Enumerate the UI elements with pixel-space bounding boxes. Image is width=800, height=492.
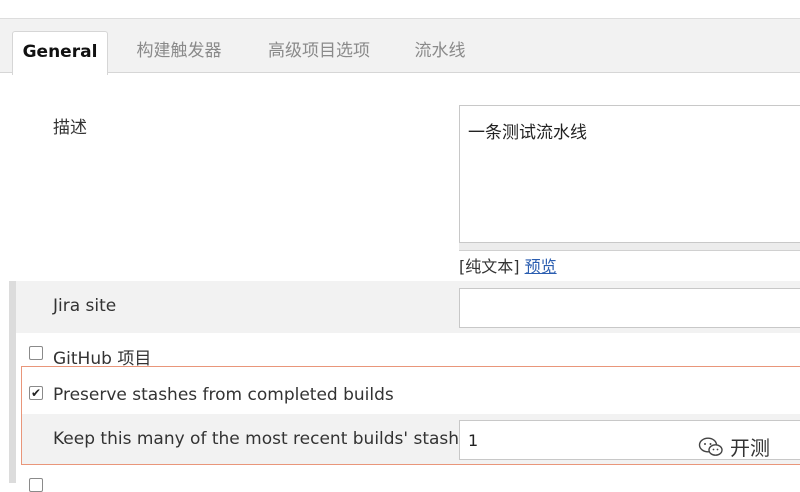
watermark: 开测 [698, 432, 770, 461]
tab-pipeline[interactable]: 流水线 [400, 31, 480, 74]
tab-build-triggers[interactable]: 构建触发器 [121, 31, 237, 74]
description-format-hint: [纯文本] 预览 [459, 253, 557, 277]
watermark-text: 开测 [730, 436, 770, 460]
github-project-label: GitHub 项目 [53, 349, 152, 369]
keep-stashes-label: Keep this many of the most recent builds… [53, 429, 479, 449]
preserve-stashes-checkbox[interactable]: ✔ [29, 386, 43, 400]
jira-site-label: Jira site [53, 296, 117, 316]
description-textarea[interactable]: 一条测试流水线 [459, 105, 800, 243]
github-project-checkbox[interactable] [29, 346, 43, 360]
top-bar [0, 0, 800, 18]
preserve-stashes-label: Preserve stashes from completed builds [53, 385, 394, 405]
textarea-resize-handle[interactable] [459, 243, 800, 251]
tab-general[interactable]: General [12, 31, 108, 75]
tab-advanced-options[interactable]: 高级项目选项 [250, 31, 388, 74]
jira-site-input[interactable] [459, 288, 800, 328]
next-option-checkbox[interactable] [29, 478, 43, 492]
section-left-bar [9, 281, 16, 483]
plain-text-label: [纯文本] [459, 257, 520, 276]
description-label: 描述 [53, 118, 87, 138]
wechat-icon [698, 436, 723, 456]
preview-link[interactable]: 预览 [525, 257, 557, 276]
tab-bar: General 构建触发器 高级项目选项 流水线 [0, 18, 800, 75]
